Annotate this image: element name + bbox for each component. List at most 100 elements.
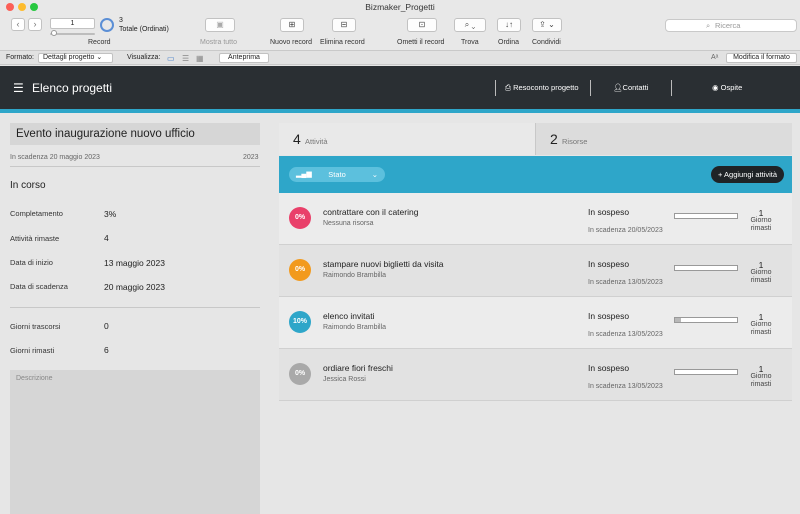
task-days-unit: Giorno rimasti xyxy=(750,269,772,284)
guest-account[interactable]: ◉ Ospite xyxy=(712,83,742,92)
list-icon[interactable]: ☰ xyxy=(13,81,24,95)
text-format-icon[interactable]: Aᵃ xyxy=(711,51,718,64)
add-activity-button[interactable]: + Aggiungi attività xyxy=(711,166,784,183)
delete-record-button[interactable]: Elimina record xyxy=(320,39,365,46)
activities-toolbar: ▂▄▆ Stato ⌄ + Aggiungi attività xyxy=(279,156,792,193)
due-date-value[interactable]: 20 maggio 2023 xyxy=(104,282,165,292)
find-icon[interactable]: ⌕ ⌄ xyxy=(454,18,486,32)
list-view-icon[interactable]: ☰ xyxy=(182,52,189,65)
project-details-panel: Evento inaugurazione nuovo ufficio In sc… xyxy=(0,113,272,514)
task-assignee: Raimondo Brambilla xyxy=(323,324,387,331)
omit-record-button[interactable]: Ometti il record xyxy=(397,39,444,46)
task-days-unit: Giorno rimasti xyxy=(750,217,772,232)
project-due-text: In scadenza 20 maggio 2023 xyxy=(10,154,100,161)
zoom-window-button[interactable] xyxy=(30,3,38,11)
window-title-bar: Bizmaker_Progetti xyxy=(0,0,800,14)
start-date-label: Data di inizio xyxy=(10,258,53,267)
tab-resources-count: 2 xyxy=(550,131,558,147)
next-record-button[interactable]: › xyxy=(28,18,42,31)
task-row[interactable]: 0% ordiare fiori freschi Jessica Rossi I… xyxy=(279,349,792,401)
task-progress-bar xyxy=(674,265,738,271)
preview-button[interactable]: Anteprima xyxy=(219,53,269,63)
task-days-unit: Giorno rimasti xyxy=(750,373,772,388)
new-record-icon[interactable]: ⊞ xyxy=(280,18,304,32)
tab-activities-count: 4 xyxy=(293,131,301,147)
total-count: 3 xyxy=(119,17,123,24)
tab-resources[interactable]: 2 Risorse xyxy=(537,123,792,155)
search-input[interactable]: ⌕ Ricerca xyxy=(665,19,797,32)
task-row[interactable]: 0% contrattare con il catering Nessuna r… xyxy=(279,193,792,245)
tab-resources-label: Risorse xyxy=(562,137,588,146)
table-view-icon[interactable]: ▦ xyxy=(196,52,204,65)
close-window-button[interactable] xyxy=(6,3,14,11)
project-status: In corso xyxy=(10,180,46,191)
person-icon: 👤︎ xyxy=(613,83,623,92)
task-progress-badge: 0% xyxy=(289,363,311,385)
format-bar: Formato: Dettagli progetto ⌄ Visualizza:… xyxy=(0,51,800,65)
share-button[interactable]: Condividi xyxy=(532,39,561,46)
task-status: In sospeso xyxy=(588,311,630,321)
project-list-link[interactable]: Elenco progetti xyxy=(32,81,112,95)
edit-layout-button[interactable]: Modifica il formato xyxy=(726,53,797,63)
previous-record-button[interactable]: ‹ xyxy=(11,18,25,31)
sort-button[interactable]: Ordina xyxy=(498,39,519,46)
detail-tabs: 4 Attività 2 Risorse xyxy=(279,123,792,155)
task-status: In sospeso xyxy=(588,259,630,269)
task-progress-fill xyxy=(675,318,682,322)
show-all-icon[interactable]: ▣ xyxy=(205,18,235,32)
search-placeholder: Ricerca xyxy=(715,21,741,30)
task-due: In scadenza 13/05/2023 xyxy=(588,331,663,338)
chevron-down-icon: ⌄ xyxy=(371,170,378,179)
task-row[interactable]: 0% stampare nuovi biglietti da visita Ra… xyxy=(279,245,792,297)
report-label: Resoconto progetto xyxy=(513,83,579,92)
task-assignee: Raimondo Brambilla xyxy=(323,272,387,279)
sort-icon[interactable]: ↓↑ xyxy=(497,18,521,32)
completion-label: Completamento xyxy=(10,209,63,218)
task-due: In scadenza 20/05/2023 xyxy=(588,227,663,234)
delete-record-icon[interactable]: ⊟ xyxy=(332,18,356,32)
toolbar: ‹ › 1 3 Totale (Ordinati) Record ▣ Mostr… xyxy=(0,14,800,51)
description-label: Descrizione xyxy=(16,375,53,382)
task-row[interactable]: 10% elenco invitati Raimondo Brambilla I… xyxy=(279,297,792,349)
status-filter-label: Stato xyxy=(328,170,346,179)
remaining-tasks-value: 4 xyxy=(104,233,109,243)
task-progress-bar xyxy=(674,369,738,375)
printer-icon: ⎙ xyxy=(505,83,511,92)
share-icon[interactable]: ⇪ ⌄ xyxy=(532,18,562,32)
task-title: contrattare con il catering xyxy=(323,207,419,217)
status-filter-select[interactable]: ▂▄▆ Stato ⌄ xyxy=(289,167,385,182)
contacts-link[interactable]: 👤︎Contatti xyxy=(613,83,648,92)
header-divider xyxy=(590,80,591,96)
total-label: Totale (Ordinati) xyxy=(119,26,169,33)
description-field[interactable]: Descrizione xyxy=(10,370,260,514)
omit-record-icon[interactable]: ⊡ xyxy=(407,18,437,32)
report-link[interactable]: ⎙ Resoconto progetto xyxy=(505,83,579,93)
new-record-button[interactable]: Nuovo record xyxy=(270,39,312,46)
task-assignee: Nessuna risorsa xyxy=(323,220,374,227)
minimize-window-button[interactable] xyxy=(18,3,26,11)
find-button[interactable]: Trova xyxy=(461,39,479,46)
layout-select[interactable]: Dettagli progetto ⌄ xyxy=(38,53,113,63)
task-title: ordiare fiori freschi xyxy=(323,363,393,373)
plus-icon: + xyxy=(717,170,723,179)
record-slider-handle[interactable] xyxy=(51,30,57,36)
days-remaining-value: 6 xyxy=(104,345,109,355)
record-number-input[interactable]: 1 xyxy=(50,18,95,29)
due-date-label: Data di scadenza xyxy=(10,282,68,291)
tab-activities[interactable]: 4 Attività xyxy=(279,123,536,155)
days-elapsed-value: 0 xyxy=(104,321,109,331)
start-date-value[interactable]: 13 maggio 2023 xyxy=(104,258,165,268)
form-view-icon[interactable]: ▭ xyxy=(167,52,175,65)
user-circle-icon: ◉ xyxy=(712,83,719,92)
layout-select-value: Dettagli progetto xyxy=(43,54,95,61)
task-progress-badge: 10% xyxy=(289,311,311,333)
project-title[interactable]: Evento inaugurazione nuovo ufficio xyxy=(10,123,260,145)
add-activity-label: Aggiungi attività xyxy=(724,170,777,179)
show-all-button[interactable]: Mostra tutto xyxy=(200,39,237,46)
task-due: In scadenza 13/05/2023 xyxy=(588,383,663,390)
project-year: 2023 xyxy=(243,154,259,161)
task-progress-bar xyxy=(674,213,738,219)
activities-list: 0% contrattare con il catering Nessuna r… xyxy=(279,193,792,514)
divider xyxy=(10,307,260,308)
header-divider xyxy=(495,80,496,96)
